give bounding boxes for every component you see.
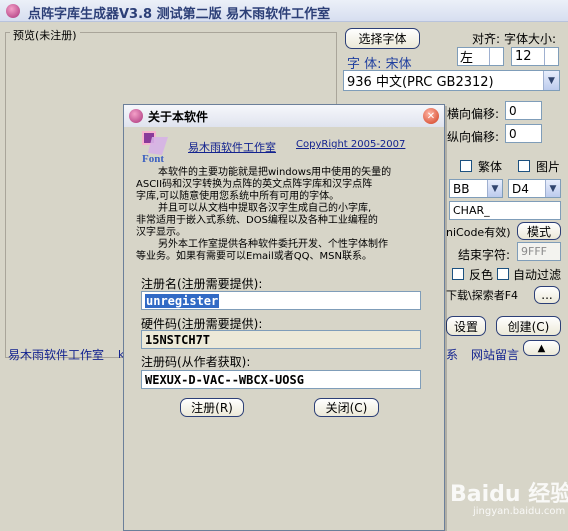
desc-line: 汉字显示。 bbox=[136, 227, 186, 238]
end-char-field[interactable]: 9FFF bbox=[517, 242, 561, 261]
traditional-checkbox[interactable] bbox=[460, 160, 472, 172]
register-button[interactable]: 注册(R) bbox=[180, 398, 244, 417]
font-size-label: 字体大小: bbox=[504, 32, 557, 46]
desc-line: 非常适用于嵌入式系统、DOS编程以及各种工业编程的 bbox=[136, 215, 378, 226]
about-dialog: 关于本软件 ✕ Font 易木雨软件工作室 CopyRight 2005-200… bbox=[123, 104, 445, 531]
desc-line: 等业务。如果有需要可以Email或者QQ、MSN联系。 bbox=[136, 251, 372, 262]
preview-label: 预览(未注册) bbox=[10, 27, 80, 43]
app-icon bbox=[6, 4, 20, 18]
reg-code-field[interactable]: WEXUX-D-VAC--WBCX-UOSG bbox=[141, 370, 421, 389]
align-value: 左 bbox=[460, 51, 474, 66]
font-size-spinner[interactable]: 12 bbox=[511, 47, 559, 66]
mode-button[interactable]: 模式 bbox=[517, 222, 561, 240]
description: 本软件的主要功能就是把windows用中使用的矢量的 ASCII码和汉字转换为点… bbox=[136, 167, 436, 263]
d-select[interactable]: D4 ▼ bbox=[508, 179, 561, 198]
chevron-down-icon[interactable]: ▼ bbox=[543, 71, 559, 90]
chevron-down-icon[interactable]: ▼ bbox=[545, 180, 560, 197]
d-value: D4 bbox=[512, 181, 529, 196]
create-button[interactable]: 创建(C) bbox=[496, 316, 561, 336]
codepage-value: 936 中文(PRC GB2312) bbox=[347, 75, 494, 90]
h-offset-spinner[interactable]: 0 bbox=[505, 101, 542, 120]
close-icon[interactable]: ✕ bbox=[423, 108, 439, 124]
image-checkbox[interactable] bbox=[518, 160, 530, 172]
invert-checkbox[interactable] bbox=[452, 268, 464, 280]
settings-button[interactable]: 设置 bbox=[446, 316, 486, 336]
watermark-text: Baidu 经验 bbox=[450, 482, 568, 507]
v-offset-value: 0 bbox=[509, 126, 517, 141]
traditional-label: 繁体 bbox=[478, 160, 503, 174]
footer-studio-link[interactable]: 易木雨软件工作室 bbox=[8, 346, 104, 363]
hw-code-field[interactable]: 15NSTCH7T bbox=[141, 330, 421, 349]
align-spinner-buttons[interactable] bbox=[489, 48, 503, 65]
copyright-link[interactable]: CopyRight 2005-2007 bbox=[296, 139, 405, 150]
desc-line: 并且可以从文档中提取各汉字生成自己的小字库, bbox=[158, 203, 372, 214]
expand-up-button[interactable]: ▲ bbox=[523, 340, 560, 356]
select-font-button[interactable]: 选择字体 bbox=[345, 28, 420, 49]
codepage-select[interactable]: 936 中文(PRC GB2312) ▼ bbox=[343, 70, 560, 91]
align-label: 对齐: bbox=[472, 32, 501, 46]
dialog-close-button[interactable]: 关闭(C) bbox=[314, 398, 379, 417]
logo-text: Font bbox=[142, 153, 164, 165]
main-titlebar: 点阵字库生成器V3.8 测试第二版 易木雨软件工作室 bbox=[0, 0, 568, 22]
v-offset-label: 纵向偏移: bbox=[447, 130, 500, 144]
bits-value: BB bbox=[453, 181, 470, 196]
font-logo: Font bbox=[138, 129, 174, 165]
dialog-icon bbox=[129, 109, 143, 123]
reg-name-value: unregister bbox=[145, 293, 220, 308]
h-offset-value: 0 bbox=[509, 103, 517, 118]
end-char-value: 9FFF bbox=[521, 245, 547, 258]
char-value: CHAR_ bbox=[453, 204, 490, 217]
hw-code-value: 15NSTCH7T bbox=[145, 332, 211, 347]
desc-line: 本软件的主要功能就是把windows用中使用的矢量的 bbox=[158, 167, 392, 178]
reg-code-value: WEXUX-D-VAC--WBCX-UOSG bbox=[145, 372, 304, 387]
char-field[interactable]: CHAR_ bbox=[449, 201, 561, 220]
font-size-value: 12 bbox=[515, 49, 532, 64]
browse-button[interactable]: ... bbox=[534, 286, 560, 304]
footer-contact-link[interactable]: 系 bbox=[446, 346, 458, 363]
end-char-label: 结束字符: bbox=[458, 248, 511, 262]
desc-line: 字库,可以随意使用您系统中所有可用的字体。 bbox=[136, 191, 340, 202]
image-label: 图片 bbox=[536, 160, 561, 174]
watermark: Baidu 经验 bbox=[450, 476, 568, 508]
font-logo-icon: Font bbox=[142, 131, 168, 165]
reg-name-field[interactable]: unregister bbox=[141, 291, 421, 310]
align-spinner[interactable]: 左 bbox=[457, 47, 504, 66]
h-offset-label: 横向偏移: bbox=[447, 107, 500, 121]
auto-filter-checkbox[interactable] bbox=[497, 268, 509, 280]
watermark-url: jingyan.baidu.com bbox=[473, 506, 566, 517]
invert-label: 反色 bbox=[469, 268, 494, 282]
dialog-title: 关于本软件 bbox=[148, 110, 209, 124]
reg-code-label: 注册码(从作者获取): bbox=[141, 355, 251, 369]
studio-link[interactable]: 易木雨软件工作室 bbox=[188, 139, 276, 155]
unicode-label: niCode有效) bbox=[446, 226, 511, 239]
v-offset-spinner[interactable]: 0 bbox=[505, 124, 542, 143]
auto-filter-label: 自动过滤 bbox=[513, 268, 562, 282]
font-size-spinner-buttons[interactable] bbox=[544, 48, 558, 65]
desc-line: 另外本工作室提供各种软件委托开发、个性字体制作 bbox=[158, 239, 388, 250]
download-link[interactable]: 下载\探索者F4 bbox=[446, 287, 518, 303]
reg-name-label: 注册名(注册需要提供): bbox=[141, 277, 263, 291]
chevron-down-icon[interactable]: ▼ bbox=[487, 180, 502, 197]
dialog-titlebar[interactable]: 关于本软件 ✕ bbox=[124, 105, 444, 127]
bits-select[interactable]: BB ▼ bbox=[449, 179, 503, 198]
main-window-title: 点阵字库生成器V3.8 测试第二版 易木雨软件工作室 bbox=[28, 7, 331, 22]
desc-line: ASCII码和汉字转换为点阵的英文点阵字库和汉字点阵 bbox=[136, 179, 373, 190]
footer-message-link[interactable]: 网站留言 bbox=[471, 346, 519, 363]
